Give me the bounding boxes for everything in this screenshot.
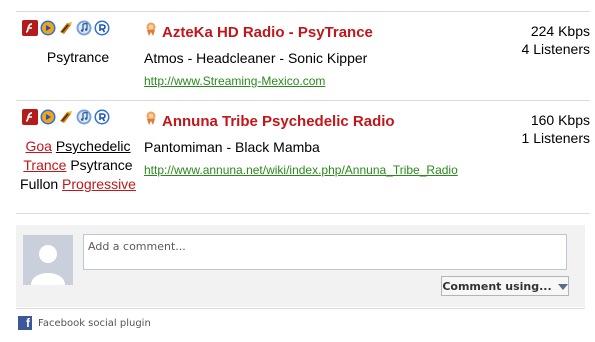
genre-label: Psytrance [46, 49, 110, 65]
station-info: Annuna Tribe Psychedelic Radio Pantomima… [144, 111, 458, 177]
media-player-icon[interactable] [40, 20, 56, 36]
listener-count: 4 Listeners [521, 41, 590, 57]
itunes-icon[interactable] [76, 20, 92, 36]
genre-label-fullon: Fullon [20, 176, 59, 192]
itunes-icon[interactable] [76, 109, 92, 125]
plugin-label[interactable]: Facebook social plugin [38, 318, 151, 329]
player-icons [22, 109, 110, 125]
winamp-icon[interactable] [58, 109, 74, 125]
chevron-down-icon [557, 280, 568, 293]
comment-using-label: Comment using... [442, 279, 552, 293]
genre-link-goa[interactable]: Goa [25, 138, 51, 154]
bitrate: 160 Kbps [530, 112, 590, 128]
genre-tags: Goa Psychedelic Trance Psytrance Fullon … [16, 137, 140, 194]
station-url-link[interactable]: http://www.annuna.net/wiki/index.php/Ann… [144, 163, 458, 177]
station-title: Annuna Tribe Psychedelic Radio [144, 111, 458, 131]
award-badge-icon [144, 22, 158, 42]
award-badge-icon [144, 111, 158, 131]
station-title-link[interactable]: AzteKa HD Radio - PsyTrance [162, 24, 373, 41]
bitrate: 224 Kbps [530, 23, 590, 39]
station-row: Goa Psychedelic Trance Psytrance Fullon … [16, 100, 590, 214]
social-plugin-footer: f Facebook social plugin [18, 316, 151, 330]
comment-input[interactable]: Add a comment... [83, 234, 567, 270]
realplayer-icon[interactable] [94, 109, 110, 125]
media-player-icon[interactable] [40, 109, 56, 125]
listener-count: 1 Listeners [521, 130, 590, 146]
station-info: AzteKa HD Radio - PsyTrance Atmos - Head… [144, 22, 373, 88]
station-title: AzteKa HD Radio - PsyTrance [144, 22, 373, 42]
player-icons [22, 20, 110, 36]
flash-player-icon[interactable] [22, 109, 38, 125]
footer-divider [16, 308, 585, 309]
station-url-link[interactable]: http://www.Streaming-Mexico.com [144, 74, 325, 88]
realplayer-icon[interactable] [94, 20, 110, 36]
genre-label-psytrance: Psytrance [70, 157, 133, 173]
station-stats: 160 Kbps 1 Listeners [522, 111, 590, 147]
winamp-icon[interactable] [58, 20, 74, 36]
comment-using-button[interactable]: Comment using... [441, 276, 569, 296]
genre-link-progressive[interactable]: Progressive [62, 176, 136, 192]
genre-link-psychedelic[interactable]: Psychedelic [56, 138, 131, 154]
current-track: Atmos - Headcleaner - Sonic Kipper [144, 50, 368, 66]
genre-link-trance[interactable]: Trance [23, 157, 66, 173]
user-avatar [23, 235, 73, 285]
station-row: Psytrance AzteKa HD Radio - PsyTrance At… [16, 11, 590, 101]
station-title-link[interactable]: Annuna Tribe Psychedelic Radio [162, 113, 395, 130]
facebook-logo-icon[interactable]: f [18, 316, 32, 330]
current-track: Pantomiman - Black Mamba [144, 139, 320, 155]
flash-player-icon[interactable] [22, 20, 38, 36]
station-stats: 224 Kbps 4 Listeners [522, 22, 590, 58]
facebook-comments-box: Add a comment... Comment using... [16, 225, 585, 307]
